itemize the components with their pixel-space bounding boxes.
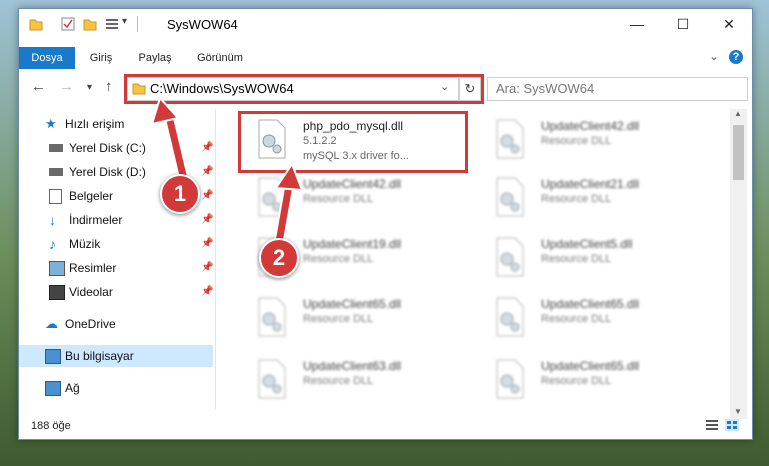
step-1-badge: 1 — [160, 174, 200, 214]
step-2-badge: 2 — [259, 238, 299, 278]
annotation-arrows — [150, 96, 304, 254]
